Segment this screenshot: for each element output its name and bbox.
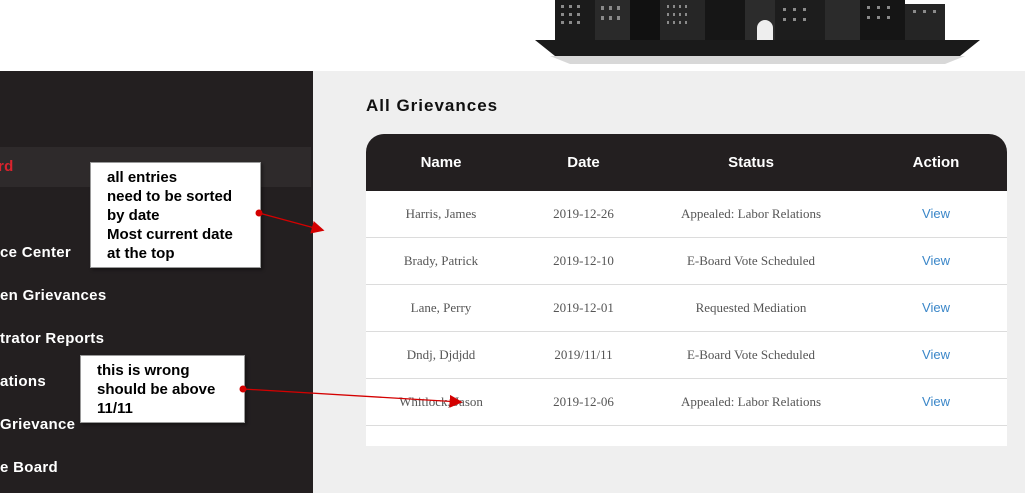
sidebar-item-label: en Grievances [0, 287, 107, 304]
sidebar-item-label: ce Center [0, 244, 72, 261]
sidebar-item-label: rd [0, 158, 14, 175]
grievances-table: Name Date Status Action Harris, James 20… [366, 134, 1007, 446]
column-header-status[interactable]: Status [651, 134, 851, 191]
cell-date: 2019-12-10 [553, 253, 614, 268]
table-header: Name Date Status Action [366, 134, 1007, 191]
annotation-sort-note: all entries need to be sorted by date Mo… [90, 162, 261, 268]
view-link[interactable]: View [922, 253, 950, 268]
sidebar-item-e-board[interactable]: e Board [0, 448, 313, 488]
table-row: Harris, James 2019-12-26 Appealed: Labor… [366, 191, 1007, 238]
table-row: Whitlock, Jason 2019-12-06 Appealed: Lab… [366, 379, 1007, 426]
cell-date: 2019/11/11 [554, 347, 613, 362]
table-row: Brady, Patrick 2019-12-10 E-Board Vote S… [366, 238, 1007, 285]
view-link[interactable]: View [922, 300, 950, 315]
main-content: All Grievances Name Date Status Action H… [313, 71, 1025, 493]
cell-name: Whitlock, Jason [399, 394, 483, 409]
cell-name: Harris, James [405, 206, 477, 221]
view-link[interactable]: View [922, 347, 950, 362]
city-skyline-logo [535, 0, 980, 64]
cell-status: Requested Mediation [695, 300, 807, 315]
cell-status: E-Board Vote Scheduled [686, 347, 816, 362]
cell-status: Appealed: Labor Relations [680, 394, 822, 409]
column-header-action: Action [912, 154, 960, 171]
header [0, 0, 1025, 71]
column-header-name[interactable]: Name [366, 134, 516, 191]
page-title: All Grievances [366, 96, 499, 115]
sidebar-item-label: e Board [0, 459, 58, 476]
sidebar-item-administrator-reports[interactable]: trator Reports [0, 319, 313, 359]
cell-name: Lane, Perry [410, 300, 472, 315]
cell-status: E-Board Vote Scheduled [686, 253, 816, 268]
column-header-date[interactable]: Date [516, 134, 651, 191]
table-row: Lane, Perry 2019-12-01 Requested Mediati… [366, 285, 1007, 332]
sidebar: rd ce Center en Grievances trator Report… [0, 71, 313, 493]
table-row-partial: ​ [366, 426, 1007, 446]
annotation-wrong-order-note: this is wrong should be above 11/11 [80, 355, 245, 423]
sidebar-item-label: Grievance [0, 416, 76, 433]
table-row: Dndj, Djdjdd 2019/11/11 E-Board Vote Sch… [366, 332, 1007, 379]
cell-name: Brady, Patrick [403, 253, 479, 268]
sidebar-item-open-grievances[interactable]: en Grievances [0, 276, 313, 316]
cell-date: 2019-12-06 [553, 394, 614, 409]
cell-date: 2019-12-01 [553, 300, 614, 315]
cell-name: Dndj, Djdjdd [406, 347, 476, 362]
cell-status: Appealed: Labor Relations [680, 206, 822, 221]
cell-date: 2019-12-26 [553, 206, 614, 221]
sidebar-item-label: ations [0, 373, 46, 390]
sidebar-item-label: trator Reports [0, 330, 105, 347]
view-link[interactable]: View [922, 394, 950, 409]
view-link[interactable]: View [922, 206, 950, 221]
